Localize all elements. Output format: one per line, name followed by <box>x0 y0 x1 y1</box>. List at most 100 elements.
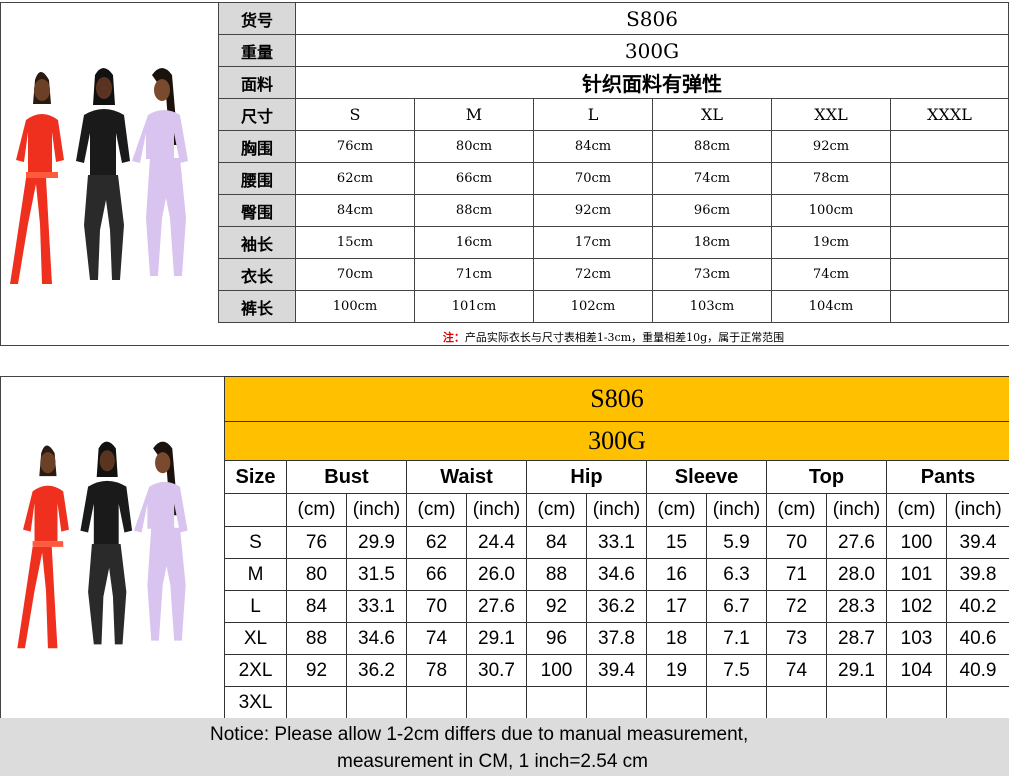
en-header-pants: Pants <box>885 460 1009 494</box>
en-cell: 101 <box>886 558 947 591</box>
en-size-label: 3XL <box>224 686 287 719</box>
cn-size-header: XL <box>652 98 772 131</box>
en-cell: 39.8 <box>945 558 1009 591</box>
en-cell: 40.9 <box>945 654 1009 687</box>
en-cell: 92 <box>526 590 587 623</box>
en-size-label: M <box>224 558 287 591</box>
en-cell: 96 <box>526 622 587 655</box>
cn-cell: 74cm <box>771 258 891 291</box>
cn-cell: 17cm <box>533 226 653 259</box>
model-lilac <box>132 68 188 276</box>
en-cell: 100 <box>886 526 947 559</box>
en-cell: 74 <box>406 622 467 655</box>
en-cell: 92 <box>286 654 347 687</box>
en-cell: 33.1 <box>586 526 647 559</box>
cn-row-label: 袖长 <box>218 226 296 259</box>
en-unit-cm: (cm) <box>886 493 947 527</box>
en-cell <box>526 686 587 719</box>
cn-note: 注：产品实际衣长与尺寸表相差1-3cm，重量相差10g，属于正常范围 <box>218 322 1009 351</box>
en-size-label: S <box>224 526 287 559</box>
en-row-3xl: 3XL <box>224 686 1009 719</box>
en-cell: 36.2 <box>586 590 647 623</box>
en-cell: 7.5 <box>706 654 767 687</box>
en-row-units: (cm) (inch) (cm) (inch) (cm) (inch) (cm)… <box>224 493 1009 527</box>
cn-cell: 18cm <box>652 226 772 259</box>
en-unit-inch: (inch) <box>945 493 1009 527</box>
cn-cell: 80cm <box>414 130 534 163</box>
cn-cell: 100cm <box>771 194 891 227</box>
en-cell <box>586 686 647 719</box>
notice-line-1: Notice: Please allow 1-2cm differs due t… <box>210 724 749 745</box>
cn-row-sleeve: 袖长 15cm 16cm 17cm 18cm 19cm <box>218 226 1009 259</box>
cn-row-label: 臀围 <box>218 194 296 227</box>
cn-cell <box>890 162 1009 195</box>
cn-cell: 100cm <box>295 290 415 323</box>
en-cell: 29.9 <box>346 526 407 559</box>
en-cell: 29.1 <box>466 622 527 655</box>
en-cell: 37.8 <box>586 622 647 655</box>
en-cell: 100 <box>526 654 587 687</box>
cn-cell: 66cm <box>414 162 534 195</box>
en-header-top: Top <box>766 460 887 494</box>
en-cell <box>286 686 347 719</box>
en-cell: 88 <box>286 622 347 655</box>
cn-row-note: 注：产品实际衣长与尺寸表相差1-3cm，重量相差10g，属于正常范围 <box>218 322 1009 351</box>
en-size-header: Size <box>224 460 287 494</box>
cn-row-length: 衣长 70cm 71cm 72cm 73cm 74cm <box>218 258 1009 291</box>
cn-row-bust: 胸围 76cm 80cm 84cm 88cm 92cm <box>218 130 1009 163</box>
cn-cell: 15cm <box>295 226 415 259</box>
en-cell: 27.6 <box>466 590 527 623</box>
frame-top-2 <box>0 376 224 377</box>
frame-left-2 <box>0 376 1 718</box>
en-unit-cm: (cm) <box>406 493 467 527</box>
cn-cell <box>890 130 1009 163</box>
cn-row-waist: 腰围 62cm 66cm 70cm 74cm 78cm <box>218 162 1009 195</box>
en-row-s: S 76 29.9 62 24.4 84 33.1 15 5.9 70 27.6… <box>224 526 1009 559</box>
frame-top <box>0 2 218 3</box>
en-header-hip: Hip <box>526 460 647 494</box>
en-cell: 29.1 <box>826 654 887 687</box>
cn-label-code: 货号 <box>218 2 296 35</box>
cn-cell: 70cm <box>533 162 653 195</box>
cn-note-mark: 注： <box>442 331 465 344</box>
cn-cell: 88cm <box>652 130 772 163</box>
cn-row-label: 裤长 <box>218 290 296 323</box>
en-cell: 26.0 <box>466 558 527 591</box>
en-cell: 70 <box>406 590 467 623</box>
cn-cell: 72cm <box>533 258 653 291</box>
model-black <box>76 68 130 280</box>
cn-cell: 71cm <box>414 258 534 291</box>
en-cell: 27.6 <box>826 526 887 559</box>
en-size-label: L <box>224 590 287 623</box>
en-row-2xl: 2XL 92 36.2 78 30.7 100 39.4 19 7.5 74 2… <box>224 654 1009 687</box>
en-cell: 7.1 <box>706 622 767 655</box>
en-code-banner: S806 <box>223 376 1009 422</box>
en-unit-inch: (inch) <box>346 493 407 527</box>
notice-line-2: measurement in CM, 1 inch=2.54 cm <box>337 751 648 772</box>
en-size-label: XL <box>224 622 287 655</box>
cn-note-text: 产品实际衣长与尺寸表相差1-3cm，重量相差10g，属于正常范围 <box>464 331 785 344</box>
en-cell: 19 <box>646 654 707 687</box>
en-cell: 104 <box>886 654 947 687</box>
en-cell: 103 <box>886 622 947 655</box>
cn-cell: 101cm <box>414 290 534 323</box>
en-cell: 84 <box>526 526 587 559</box>
cn-row-label: 胸围 <box>218 130 296 163</box>
en-cell: 28.7 <box>826 622 887 655</box>
cn-cell: 19cm <box>771 226 891 259</box>
frame-left <box>0 2 1 346</box>
en-cell: 28.0 <box>826 558 887 591</box>
en-unit-inch: (inch) <box>466 493 527 527</box>
en-unit-cm: (cm) <box>526 493 587 527</box>
cn-row-sizes: 尺寸 S M L XL XXL XXXL <box>218 98 1009 131</box>
model-red <box>10 72 64 284</box>
en-row-m: M 80 31.5 66 26.0 88 34.6 16 6.3 71 28.0… <box>224 558 1009 591</box>
en-cell: 34.6 <box>586 558 647 591</box>
en-cell: 66 <box>406 558 467 591</box>
en-cell: 34.6 <box>346 622 407 655</box>
en-cell: 30.7 <box>466 654 527 687</box>
en-cell: 78 <box>406 654 467 687</box>
en-cell: 102 <box>886 590 947 623</box>
cn-cell: 84cm <box>533 130 653 163</box>
model-black <box>80 441 133 645</box>
